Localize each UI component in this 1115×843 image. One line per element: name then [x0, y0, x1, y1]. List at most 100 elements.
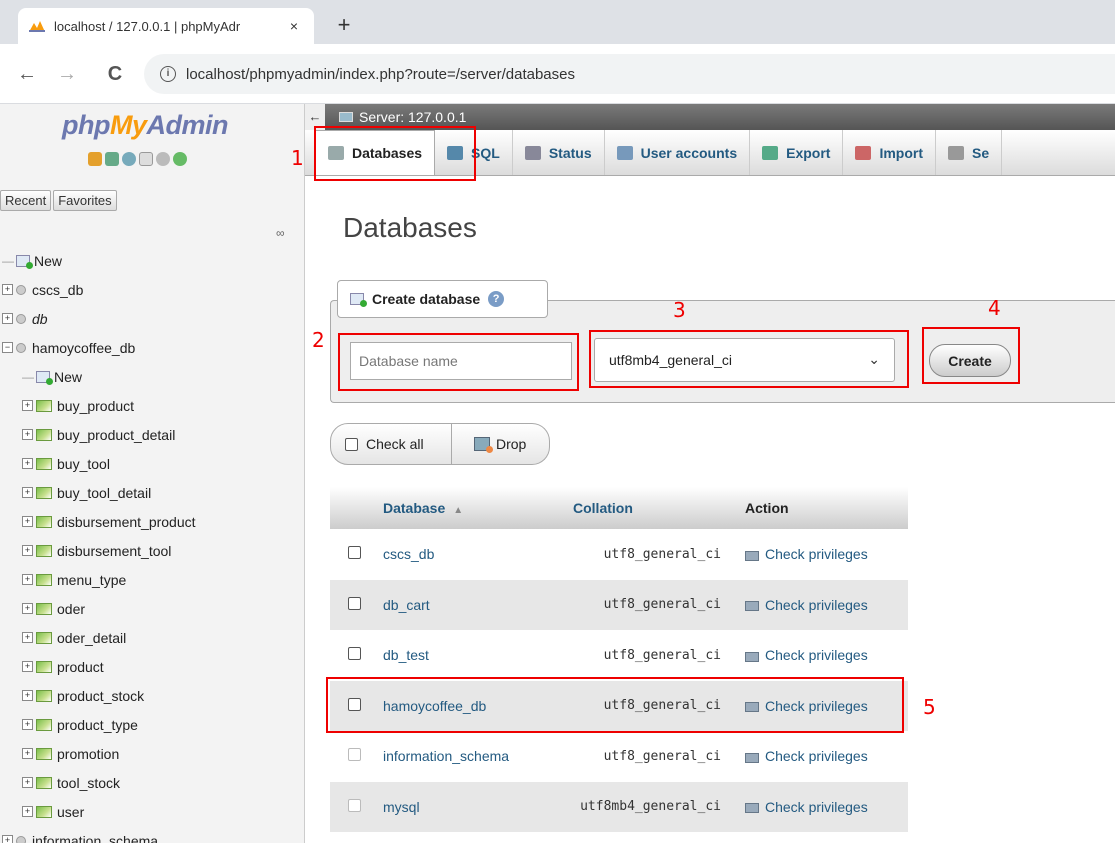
tab-se[interactable]: Se — [936, 130, 1003, 175]
expand-icon[interactable]: + — [22, 400, 33, 411]
reload-nav-icon[interactable] — [173, 152, 187, 166]
table-icon — [36, 573, 52, 586]
link-chain-icon[interactable]: ∞ — [276, 226, 285, 240]
expand-icon[interactable]: + — [22, 574, 33, 585]
tree-item-label: cscs_db — [32, 281, 84, 298]
expand-icon[interactable]: + — [22, 545, 33, 556]
database-name-link[interactable]: cscs_db — [381, 529, 561, 580]
tree-item-label: product_stock — [57, 687, 145, 704]
tree-item[interactable]: + buy_product_detail — [0, 420, 304, 449]
header-action: Action — [733, 487, 908, 529]
server-label[interactable]: Server: 127.0.0.1 — [359, 109, 466, 125]
drop-button[interactable]: Drop — [452, 423, 550, 465]
expand-icon[interactable]: + — [22, 777, 33, 788]
expand-icon[interactable]: + — [2, 284, 13, 295]
check-privileges-link[interactable]: Check privileges — [733, 731, 908, 782]
phpmyadmin-logo[interactable]: phpMyAdmin — [62, 110, 228, 141]
tree-item[interactable]: + product — [0, 652, 304, 681]
check-all-label: Check all — [366, 436, 424, 452]
docs-icon[interactable] — [139, 152, 153, 166]
favorites-button[interactable]: Favorites — [53, 190, 117, 211]
tree-item[interactable]: + oder — [0, 594, 304, 623]
menu-icon — [762, 145, 779, 160]
expand-icon[interactable]: + — [22, 690, 33, 701]
tree-item[interactable]: + promotion — [0, 739, 304, 768]
tree-item-label: oder — [57, 600, 86, 617]
tab-status[interactable]: Status — [513, 130, 605, 175]
header-database[interactable]: Database ▲ — [381, 487, 561, 529]
check-privileges-link[interactable]: Check privileges — [733, 781, 908, 832]
exit-icon[interactable] — [105, 152, 119, 166]
tree-item[interactable]: + product_type — [0, 710, 304, 739]
expand-icon[interactable]: + — [2, 313, 13, 324]
tree-item[interactable]: + tool_stock — [0, 768, 304, 797]
expand-icon[interactable]: + — [22, 516, 33, 527]
check-privileges-link[interactable]: Check privileges — [733, 529, 908, 580]
tree-item[interactable]: + cscs_db — [0, 275, 304, 304]
tree-item[interactable]: − hamoycoffee_db — [0, 333, 304, 362]
collation-cell: utf8_general_ci — [561, 579, 733, 630]
expand-icon[interactable]: + — [22, 429, 33, 440]
database-name-link[interactable]: db_test — [381, 630, 561, 681]
tree-item[interactable]: + menu_type — [0, 565, 304, 594]
tree-item[interactable]: + db — [0, 304, 304, 333]
home-icon[interactable] — [88, 152, 102, 166]
tree-item[interactable]: — New — [0, 246, 304, 275]
expand-icon[interactable]: + — [22, 458, 33, 469]
tree-item[interactable]: + buy_tool_detail — [0, 478, 304, 507]
table-row: db_cart utf8_general_ci Check privileges — [330, 579, 908, 630]
expand-icon[interactable]: + — [22, 487, 33, 498]
settings-gear-icon[interactable] — [156, 152, 170, 166]
tree-item[interactable]: + product_stock — [0, 681, 304, 710]
tree-item[interactable]: + buy_tool — [0, 449, 304, 478]
info-icon[interactable]: i — [160, 66, 176, 82]
database-name-link[interactable]: db_cart — [381, 579, 561, 630]
collapse-icon[interactable]: − — [2, 342, 13, 353]
forward-button[interactable]: → — [54, 61, 80, 87]
table-row: db_test utf8_general_ci Check privileges — [330, 630, 908, 681]
query-window-icon[interactable] — [122, 152, 136, 166]
tree-item[interactable]: + disbursement_product — [0, 507, 304, 536]
tree-item-label: disbursement_product — [57, 513, 196, 530]
expand-icon[interactable]: + — [22, 806, 33, 817]
check-privileges-link[interactable]: Check privileges — [733, 579, 908, 630]
new-tab-button[interactable]: + — [330, 12, 358, 40]
tree-item-label: db — [32, 310, 48, 327]
tree-item[interactable]: + buy_product — [0, 391, 304, 420]
expand-icon[interactable]: + — [22, 603, 33, 614]
sort-asc-icon[interactable]: ▲ — [453, 505, 463, 516]
row-checkbox[interactable] — [348, 596, 361, 610]
expand-icon[interactable]: + — [22, 661, 33, 672]
row-checkbox[interactable] — [348, 546, 361, 560]
back-button[interactable]: ← — [14, 61, 40, 87]
database-name-link[interactable]: information_schema — [381, 731, 561, 782]
check-privileges-label: Check privileges — [765, 546, 868, 563]
tab-import[interactable]: Import — [843, 130, 937, 175]
tree-item-label: New — [54, 368, 83, 385]
reload-button[interactable]: C — [102, 61, 128, 87]
tree-item[interactable]: + user — [0, 797, 304, 826]
check-privileges-link[interactable]: Check privileges — [733, 630, 908, 681]
expand-icon[interactable]: + — [22, 632, 33, 643]
check-all-checkbox[interactable] — [345, 437, 358, 451]
row-checkbox[interactable] — [348, 647, 361, 661]
tree-item[interactable]: — New — [0, 362, 304, 391]
table-icon — [36, 747, 52, 760]
tab-user-accounts[interactable]: User accounts — [605, 130, 751, 175]
expand-icon[interactable]: + — [22, 748, 33, 759]
tab-export[interactable]: Export — [750, 130, 844, 175]
check-all-button[interactable]: Check all — [330, 423, 452, 465]
expand-icon[interactable]: + — [2, 835, 13, 843]
close-tab-icon[interactable]: × — [284, 18, 304, 34]
database-name-link[interactable]: mysql — [381, 781, 561, 832]
expand-icon[interactable]: + — [22, 719, 33, 730]
browser-tab[interactable]: localhost / 127.0.0.1 | phpMyAdr × — [18, 8, 314, 44]
header-collation[interactable]: Collation — [561, 487, 733, 529]
help-icon[interactable]: ? — [488, 291, 505, 307]
recent-button[interactable]: Recent — [0, 190, 52, 211]
tree-item[interactable]: + information_schema — [0, 826, 304, 843]
url-bar[interactable]: i localhost/phpmyadmin/index.php?route=/… — [144, 54, 1115, 94]
table-icon — [36, 515, 52, 528]
tree-item[interactable]: + oder_detail — [0, 623, 304, 652]
tree-item[interactable]: + disbursement_tool — [0, 536, 304, 565]
